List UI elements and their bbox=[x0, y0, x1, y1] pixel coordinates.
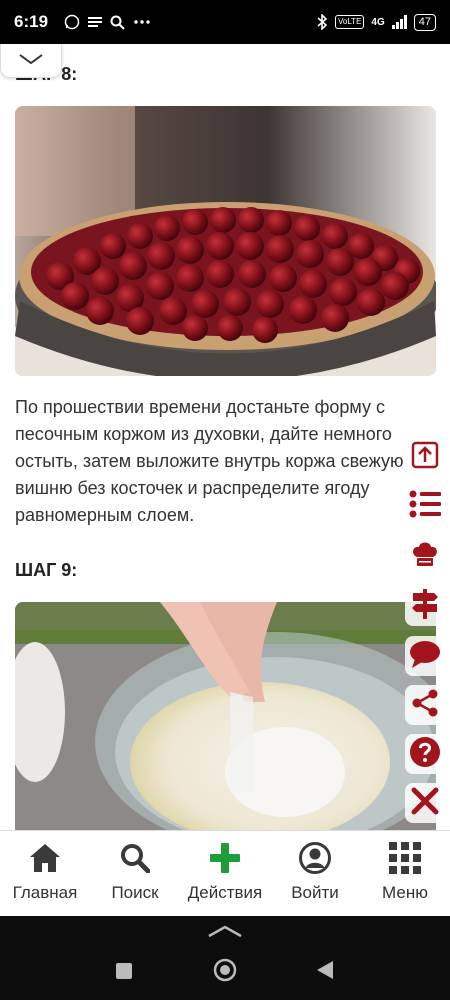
bottom-navigation: Главная Поиск Действия Войти Меню bbox=[0, 830, 450, 916]
search-icon bbox=[120, 841, 150, 875]
status-time: 6:19 bbox=[14, 12, 49, 31]
home-circle-icon[interactable] bbox=[213, 958, 237, 987]
signal-icon bbox=[391, 15, 407, 29]
step-title: ШАГ 9: bbox=[15, 560, 78, 580]
nav-actions[interactable]: Действия bbox=[180, 831, 270, 916]
nav-label: Поиск bbox=[111, 883, 159, 902]
volte-badge: VoLTE bbox=[334, 15, 365, 29]
contents-list-button[interactable] bbox=[405, 486, 445, 526]
plus-icon bbox=[210, 841, 240, 875]
signpost-icon bbox=[410, 588, 440, 625]
nav-label: Меню bbox=[382, 883, 428, 902]
more-dots-icon bbox=[133, 19, 151, 25]
nav-label: Действия bbox=[187, 883, 263, 902]
notes-icon bbox=[88, 16, 103, 28]
chevron-up-icon[interactable] bbox=[207, 924, 243, 943]
nav-label: Главная bbox=[12, 883, 78, 902]
help-button[interactable] bbox=[405, 734, 445, 774]
help-icon bbox=[409, 736, 441, 773]
grid-menu-icon bbox=[389, 841, 421, 875]
chef-hat-icon bbox=[410, 539, 440, 574]
user-icon bbox=[299, 841, 331, 875]
network-type: 4G bbox=[371, 16, 385, 28]
step-description: По прошествии времени достаньте форму с … bbox=[15, 397, 404, 525]
navigation-button[interactable] bbox=[405, 586, 445, 626]
search-status-icon bbox=[110, 15, 125, 30]
battery-indicator: 47 bbox=[413, 13, 436, 31]
system-navigation-bar bbox=[0, 916, 450, 1000]
comments-button[interactable] bbox=[405, 636, 445, 676]
scroll-top-button[interactable] bbox=[405, 437, 445, 477]
home-icon bbox=[29, 841, 61, 875]
nav-menu[interactable]: Меню bbox=[360, 831, 450, 916]
chevron-down-icon bbox=[18, 52, 44, 70]
back-triangle-icon[interactable] bbox=[316, 960, 334, 985]
arrow-up-icon bbox=[411, 441, 439, 474]
bluetooth-icon bbox=[317, 14, 328, 30]
chat-bubble-icon bbox=[409, 639, 441, 674]
nav-login[interactable]: Войти bbox=[270, 831, 360, 916]
list-icon bbox=[409, 489, 441, 524]
step-image-mixing-bowl[interactable] bbox=[15, 602, 436, 830]
recipe-info-button[interactable] bbox=[405, 536, 445, 576]
nav-label: Войти bbox=[291, 883, 339, 902]
share-button[interactable] bbox=[405, 685, 445, 725]
nav-search[interactable]: Поиск bbox=[90, 831, 180, 916]
status-bar: 6:19 VoLTE 4G 47 bbox=[0, 0, 450, 44]
collapse-header-button[interactable] bbox=[0, 44, 62, 78]
recipe-content[interactable]: ШАГ 8: bbox=[0, 44, 450, 830]
step-image-cherry-tart[interactable] bbox=[15, 106, 436, 376]
share-icon bbox=[410, 688, 440, 723]
recents-square-icon[interactable] bbox=[115, 962, 133, 985]
whatsapp-icon bbox=[64, 14, 80, 30]
nav-home[interactable]: Главная bbox=[0, 831, 90, 916]
close-icon bbox=[410, 786, 440, 821]
close-toolbar-button[interactable] bbox=[405, 783, 445, 823]
